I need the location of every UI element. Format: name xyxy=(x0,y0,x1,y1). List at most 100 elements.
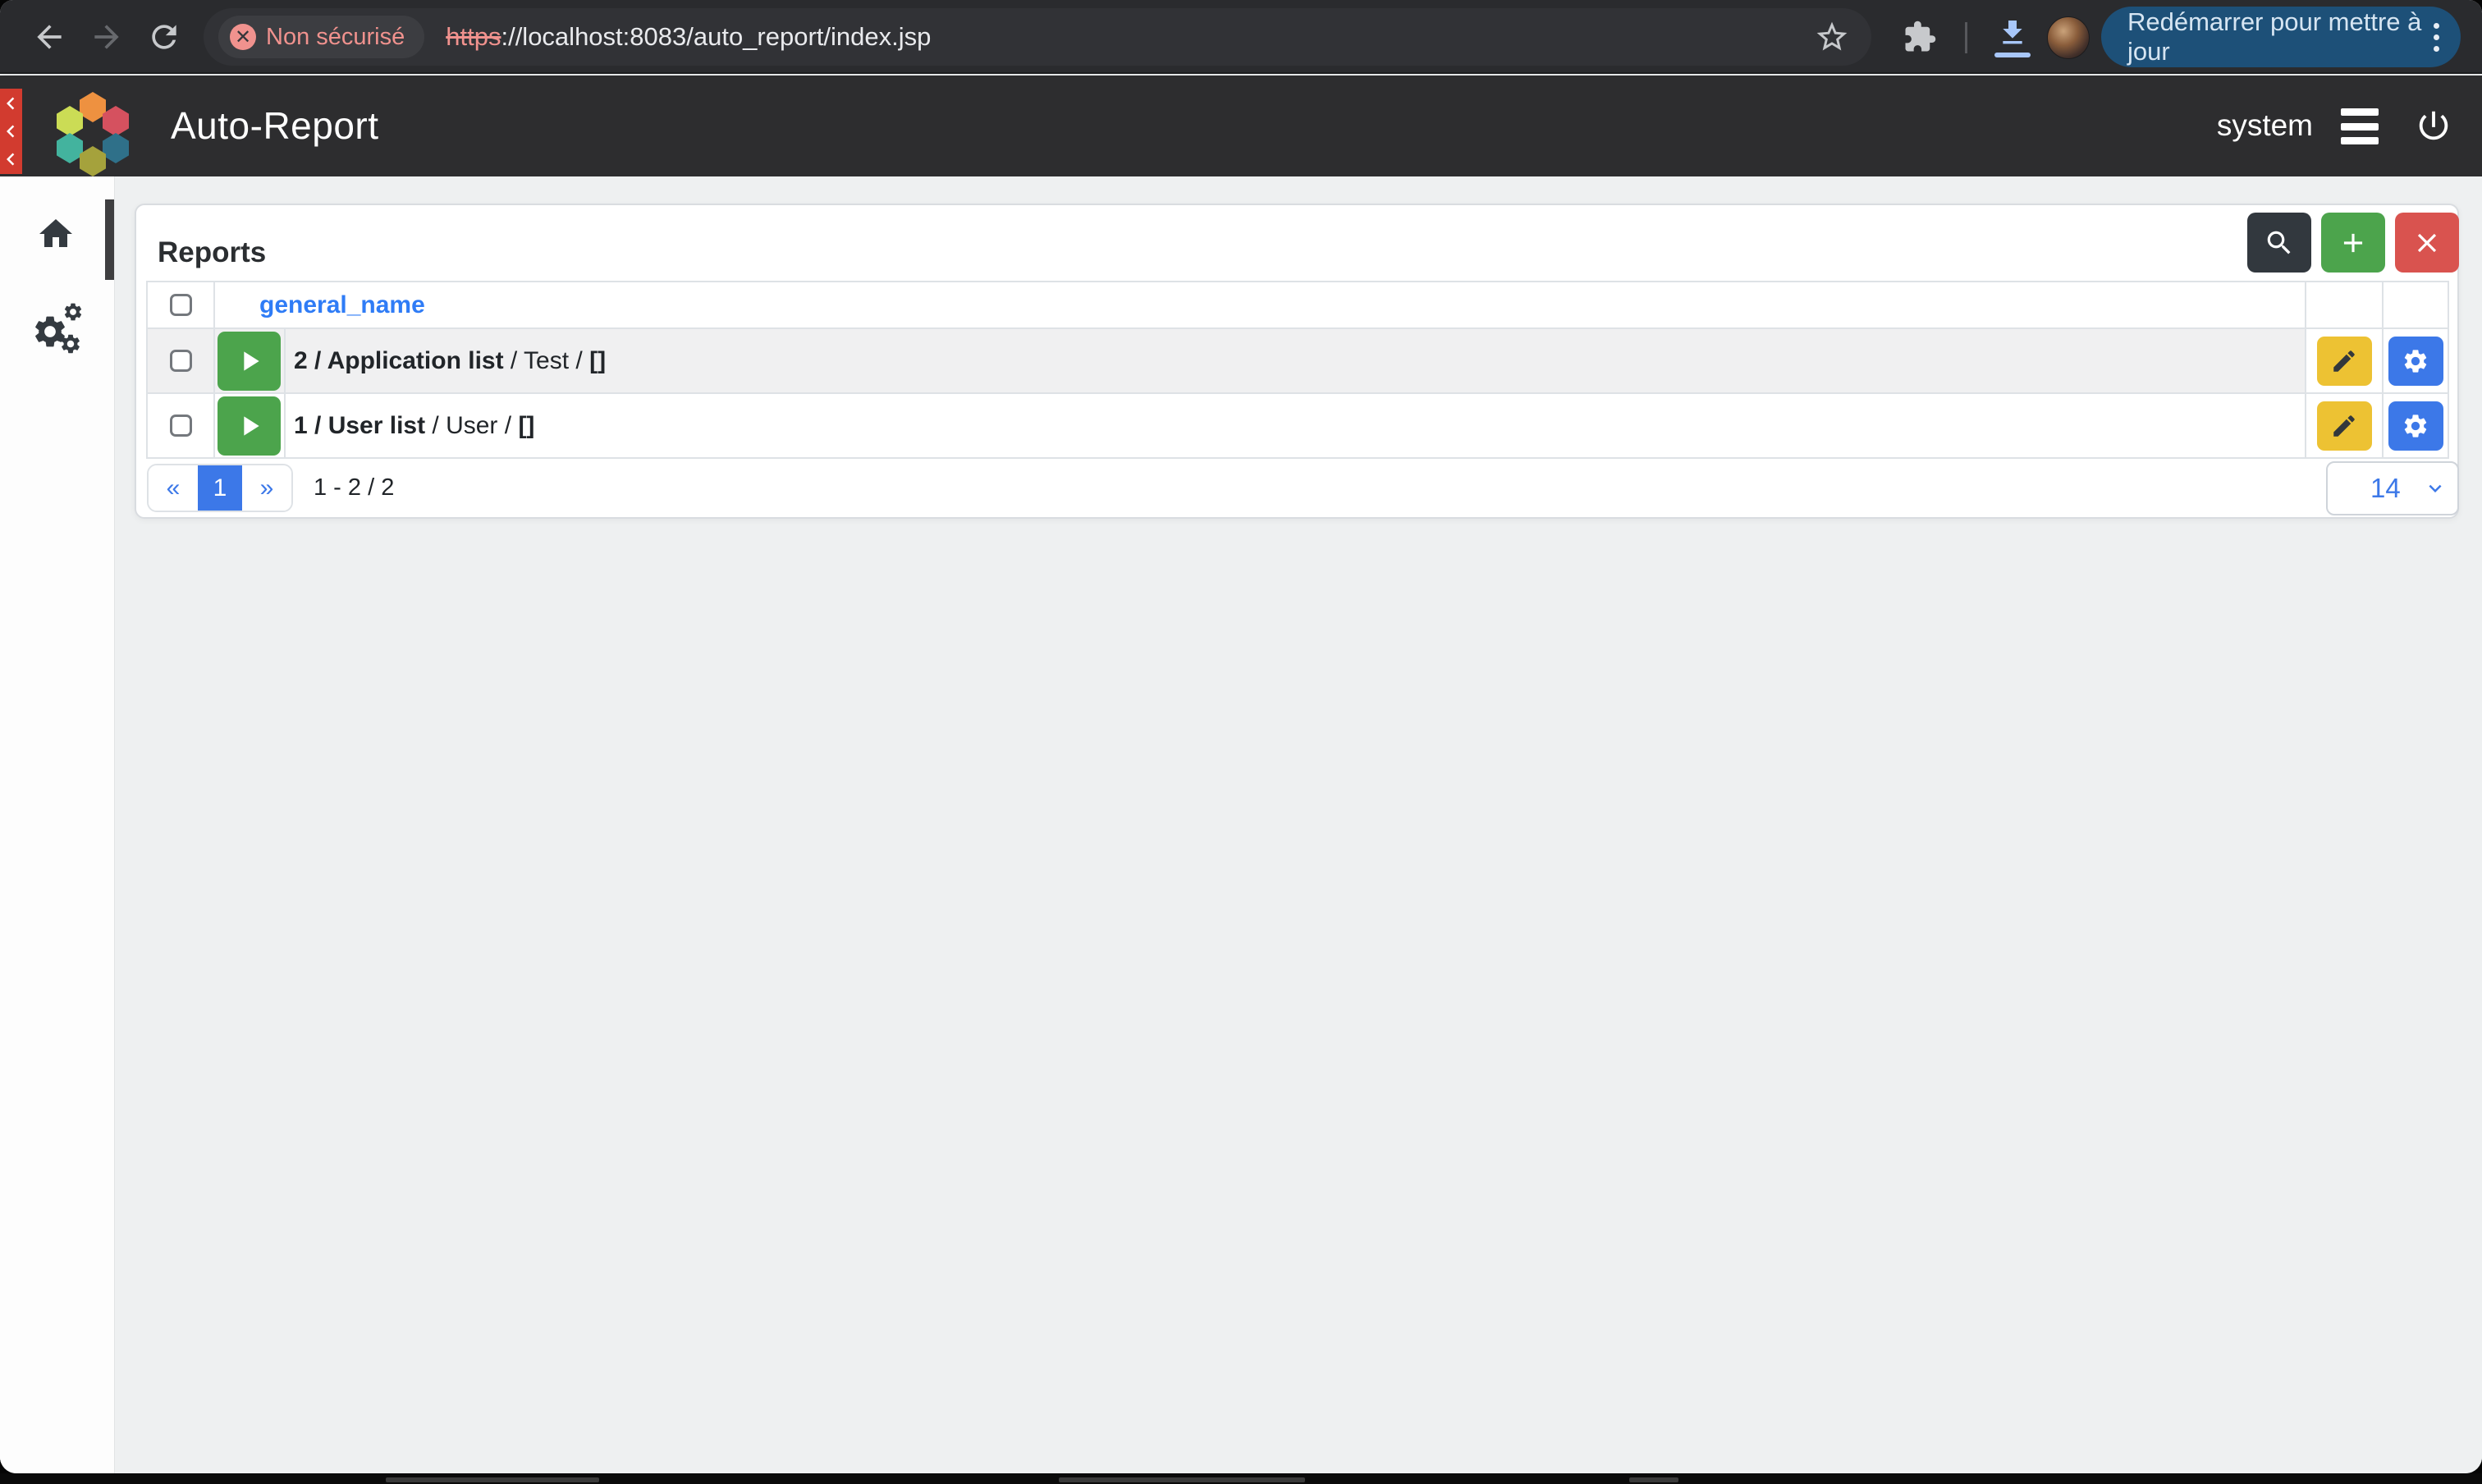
restart-to-update-label: Redémarrer pour mettre à jour xyxy=(2127,7,2422,66)
column-header-settings xyxy=(2384,282,2448,329)
row-edit-cell xyxy=(2306,329,2384,394)
configure-report-button[interactable] xyxy=(2388,401,2443,451)
edit-report-button[interactable] xyxy=(2316,401,2372,451)
power-logout-icon[interactable] xyxy=(2415,107,2452,144)
report-name-detail: / User / xyxy=(425,411,519,439)
url-scheme: https xyxy=(446,22,501,51)
pencil-icon xyxy=(2330,412,2358,440)
chevron-left-icon xyxy=(0,119,23,144)
home-icon xyxy=(36,214,76,254)
plus-icon xyxy=(2338,227,2369,259)
run-report-button[interactable] xyxy=(218,331,281,391)
url-rest: ://localhost:8083/auto_report/index.jsp xyxy=(501,22,932,51)
row-settings-cell xyxy=(2384,329,2448,394)
restart-to-update-button[interactable]: Redémarrer pour mettre à jour xyxy=(2101,7,2461,67)
bookmark-star-icon[interactable] xyxy=(1814,19,1850,55)
reports-panel: Reports general_name 2 / Application lis… xyxy=(135,204,2459,519)
background-window-fragment xyxy=(1059,1477,1305,1482)
page-title: Reports xyxy=(158,236,267,268)
browser-menu-icon[interactable] xyxy=(2434,22,2439,52)
url-text: https://localhost:8083/auto_report/index… xyxy=(446,22,931,52)
report-name-detail: / Test / xyxy=(503,346,590,374)
download-active-indicator xyxy=(1994,53,2031,57)
url-bar[interactable]: ✕ Non sécurisé https://localhost:8083/au… xyxy=(204,8,1871,66)
sidebar-item-settings[interactable] xyxy=(31,300,89,357)
column-header-edit xyxy=(2306,282,2384,329)
row-run-cell xyxy=(215,329,286,394)
report-name-cell: 1 / User list / User / [] xyxy=(286,394,2306,459)
column-header-general-name[interactable]: general_name xyxy=(215,282,2306,329)
page-size-value: 14 xyxy=(2370,473,2401,503)
forward-icon xyxy=(89,19,125,55)
app-title: Auto-Report xyxy=(171,104,379,147)
delete-button[interactable] xyxy=(2395,213,2459,273)
report-name-params: [] xyxy=(589,346,607,374)
sidebar xyxy=(0,176,115,1473)
row-checkbox[interactable] xyxy=(169,415,192,437)
play-icon xyxy=(233,345,266,378)
chevron-left-icon xyxy=(0,91,23,116)
downloads-icon[interactable] xyxy=(1994,16,2031,49)
row-edit-cell xyxy=(2306,394,2384,459)
pagination-summary: 1 - 2 / 2 xyxy=(314,474,395,501)
select-all-cell xyxy=(148,282,215,329)
background-window-fragment xyxy=(1629,1477,1678,1482)
pencil-icon xyxy=(2330,347,2358,375)
security-badge[interactable]: ✕ Non sécurisé xyxy=(218,16,425,58)
edit-report-button[interactable] xyxy=(2316,336,2372,386)
profile-avatar[interactable] xyxy=(2047,16,2090,59)
run-report-button[interactable] xyxy=(218,396,281,456)
page-size-select[interactable]: 14 xyxy=(2326,461,2459,515)
close-icon xyxy=(2411,227,2443,259)
report-name-main: 1 / User list xyxy=(294,411,426,439)
back-icon[interactable] xyxy=(31,19,67,55)
select-all-checkbox[interactable] xyxy=(169,294,192,316)
chevron-down-icon xyxy=(2423,476,2448,501)
app-logo xyxy=(56,92,130,176)
logo-hexagon xyxy=(103,133,129,163)
row-select-cell xyxy=(148,329,215,394)
not-secure-icon: ✕ xyxy=(230,24,256,50)
sidebar-item-home[interactable] xyxy=(36,214,76,254)
row-select-cell xyxy=(148,394,215,459)
toolbar-divider xyxy=(1965,22,1967,53)
reports-table: general_name 2 / Application list / Test… xyxy=(146,281,2449,459)
logo-hexagon xyxy=(80,92,106,122)
report-name-params: [] xyxy=(518,411,535,439)
logo-hexagon xyxy=(80,146,106,176)
play-icon xyxy=(233,410,266,442)
search-icon xyxy=(2264,227,2295,259)
reload-icon[interactable] xyxy=(146,19,182,55)
page-prev-button[interactable]: « xyxy=(149,465,198,511)
desktop-edge xyxy=(0,1473,2482,1484)
main-area: Reports general_name 2 / Application lis… xyxy=(0,176,2482,1473)
chevron-left-icon xyxy=(0,147,23,172)
pagination: « 1 » xyxy=(147,464,293,512)
app-header: Auto-Report system xyxy=(0,76,2482,176)
gear-icon xyxy=(2402,412,2429,440)
row-settings-cell xyxy=(2384,394,2448,459)
logo-hexagon xyxy=(57,106,83,136)
row-run-cell xyxy=(215,394,286,459)
collapse-strip[interactable] xyxy=(0,89,22,174)
configure-report-button[interactable] xyxy=(2388,336,2443,386)
gear-icon xyxy=(62,301,84,323)
username-label[interactable]: system xyxy=(2217,108,2313,143)
logo-hexagon xyxy=(103,106,129,136)
page-next-button[interactable]: » xyxy=(242,465,291,511)
background-window-fragment xyxy=(386,1477,599,1482)
page-current-button[interactable]: 1 xyxy=(198,465,242,511)
security-badge-label: Non sécurisé xyxy=(266,23,405,50)
report-name-cell: 2 / Application list / Test / [] xyxy=(286,329,2306,394)
gear-icon xyxy=(59,332,82,355)
search-button[interactable] xyxy=(2247,213,2311,273)
row-checkbox[interactable] xyxy=(169,350,192,372)
hamburger-menu-icon[interactable] xyxy=(2341,108,2379,144)
gear-icon xyxy=(2402,347,2429,375)
report-name-main: 2 / Application list xyxy=(294,346,504,374)
add-report-button[interactable] xyxy=(2321,213,2385,273)
browser-window: ✕ Non sécurisé https://localhost:8083/au… xyxy=(0,0,2482,1473)
browser-toolbar: ✕ Non sécurisé https://localhost:8083/au… xyxy=(0,0,2482,74)
sidebar-scrollbar-thumb[interactable] xyxy=(105,199,114,280)
extensions-icon[interactable] xyxy=(1903,20,1937,54)
